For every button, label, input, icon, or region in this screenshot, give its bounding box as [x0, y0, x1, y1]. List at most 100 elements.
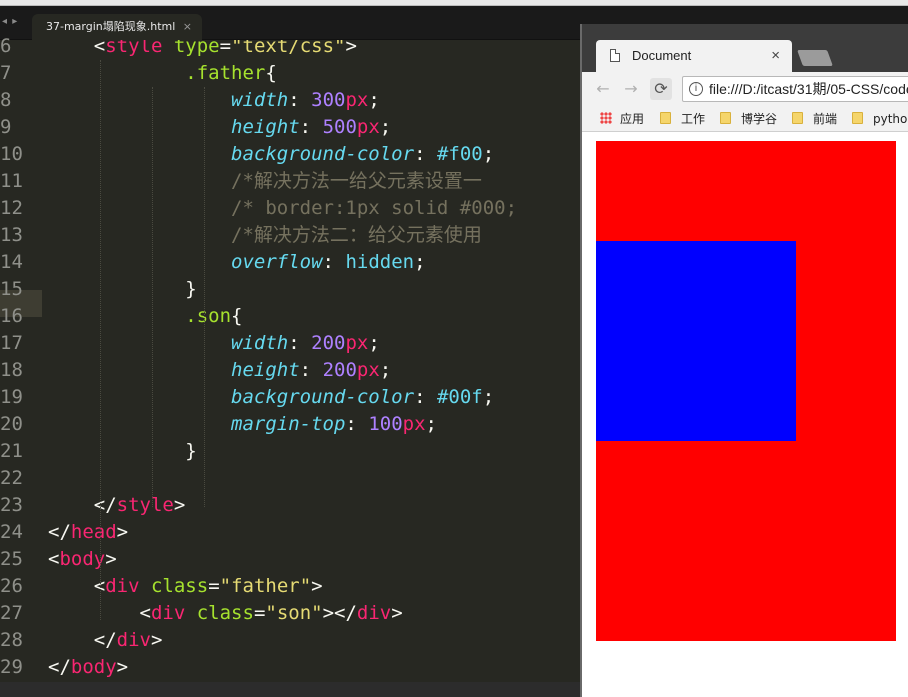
line-number: 27 — [0, 602, 23, 624]
document-icon — [610, 49, 620, 62]
address-bar[interactable]: i file:///D:/itcast/31期/05-CSS/code — [682, 76, 908, 102]
tab-nav-arrows-icon[interactable]: ◂ ▸ — [2, 16, 18, 27]
code-token: .father — [185, 62, 266, 84]
code-line: <style type="text/css"> — [48, 40, 357, 60]
horizontal-scrollbar[interactable] — [0, 682, 580, 697]
bookmark-label: 工作 — [681, 112, 706, 126]
code-line: /* border:1px solid #000; — [48, 195, 517, 222]
bookmark-apps[interactable]: 应用 — [600, 111, 644, 127]
code-token: : — [288, 332, 312, 354]
editor-tab-close-icon[interactable]: × — [183, 14, 192, 40]
bookmark-label: 博学谷 — [741, 112, 778, 126]
code-token: "father" — [219, 575, 312, 597]
line-number: 7 — [0, 62, 12, 84]
browser-tab-strip: Document × — [582, 24, 908, 72]
browser-window: Document × ← → ⟳ i file:///D:/itcast/31期… — [580, 24, 908, 697]
folder-icon — [660, 112, 671, 124]
line-number: 12 — [0, 197, 23, 219]
line-number: 10 — [0, 143, 23, 165]
forward-arrow-icon[interactable]: → — [620, 78, 642, 100]
code-token: : — [299, 359, 323, 381]
line-number: 22 — [0, 467, 23, 489]
code-token: < — [48, 575, 106, 597]
code-token: = — [253, 602, 266, 624]
code-token: </ — [48, 521, 71, 543]
bookmark-boxuegu[interactable]: 博学谷 — [720, 111, 777, 127]
bookmark-work[interactable]: 工作 — [660, 111, 705, 127]
line-number: 28 — [0, 629, 23, 651]
new-tab-button[interactable] — [797, 50, 833, 66]
folder-icon — [792, 112, 803, 124]
code-token: .son — [185, 305, 232, 327]
code-token: ; — [482, 386, 495, 408]
code-token: width — [231, 89, 289, 111]
bookmark-python[interactable]: python — [852, 111, 908, 127]
code-token: 300 — [311, 89, 346, 111]
code-token: height — [231, 359, 300, 381]
code-line: /*解决方法二：给父元素使用 — [48, 222, 482, 249]
code-editor[interactable]: <style type="text/css"> .father{ width: … — [42, 40, 582, 680]
back-arrow-icon[interactable]: ← — [592, 78, 614, 100]
code-token: : — [288, 89, 312, 111]
line-number-gutter: 6 7 8 9 10 11 12 13 14 15 16 17 18 19 20 21 22 23 24 25 26 27… — [0, 35, 42, 680]
code-token: height — [231, 116, 300, 138]
code-token: > — [116, 656, 129, 678]
page-viewport — [582, 133, 908, 697]
line-number: 14 — [0, 251, 23, 273]
line-number: 16 — [0, 305, 23, 327]
code-token: div — [150, 602, 186, 624]
code-token: px — [356, 359, 380, 381]
code-token: width — [231, 332, 289, 354]
code-line: </div> — [48, 627, 163, 654]
code-token: background-color — [231, 386, 415, 408]
code-token: head — [70, 521, 117, 543]
code-token: ; — [482, 143, 495, 165]
code-token: { — [231, 305, 243, 327]
code-token: } — [185, 278, 197, 300]
line-number: 13 — [0, 224, 23, 246]
browser-toolbar: ← → ⟳ i file:///D:/itcast/31期/05-CSS/cod… — [582, 72, 908, 106]
father-box — [596, 141, 896, 641]
reload-icon[interactable]: ⟳ — [650, 78, 672, 100]
folder-icon — [852, 112, 863, 124]
line-number: 8 — [0, 89, 12, 111]
code-token: > — [391, 602, 403, 624]
line-number: 23 — [0, 494, 23, 516]
code-token: px — [345, 89, 369, 111]
line-number: 19 — [0, 386, 23, 408]
code-token: style — [105, 40, 163, 57]
code-token: > — [150, 629, 163, 651]
line-number: 20 — [0, 413, 23, 435]
code-line: } — [48, 276, 197, 303]
code-token: body — [70, 656, 117, 678]
code-token: = — [219, 40, 232, 57]
code-token: px — [345, 332, 369, 354]
code-token: } — [185, 440, 197, 462]
bookmark-label: 应用 — [620, 112, 645, 126]
browser-tab-close-icon[interactable]: × — [771, 40, 780, 72]
code-token: type — [173, 40, 220, 57]
son-box — [596, 241, 796, 441]
line-number: 18 — [0, 359, 23, 381]
code-token: </ — [48, 494, 117, 516]
info-icon[interactable]: i — [689, 82, 703, 96]
code-token: ; — [368, 332, 380, 354]
code-token: background-color — [231, 143, 415, 165]
code-token: { — [265, 62, 277, 84]
folder-icon — [720, 112, 731, 124]
bookmark-frontend[interactable]: 前端 — [792, 111, 837, 127]
code-token: ; — [414, 251, 426, 273]
editor-tab-active[interactable]: 37-margin塌陷现象.html × — [32, 14, 202, 40]
code-token: : — [345, 413, 369, 435]
code-token: < — [48, 548, 60, 570]
code-token: class — [150, 575, 209, 597]
line-number: 15 — [0, 278, 23, 300]
browser-tab-document[interactable]: Document × — [596, 40, 792, 72]
code-token: margin-top — [231, 413, 346, 435]
code-line: width: 200px; — [48, 330, 380, 357]
code-line: </head> — [48, 519, 128, 546]
